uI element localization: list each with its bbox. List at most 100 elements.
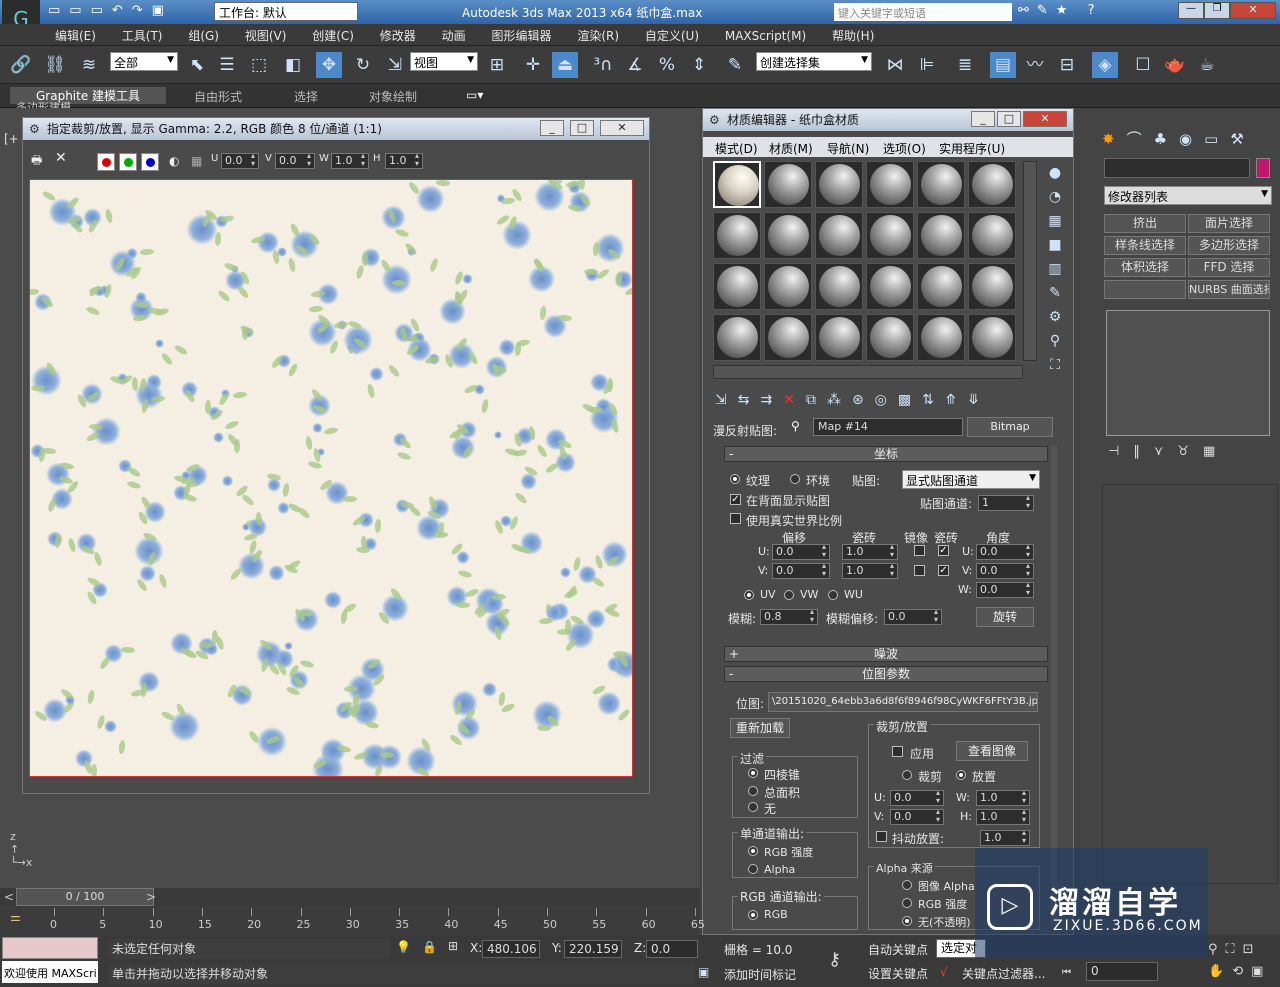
menu-customize[interactable]: 自定义(U): [634, 24, 710, 47]
menu-group[interactable]: 组(G): [177, 24, 230, 47]
rgb-radio[interactable]: [748, 910, 758, 920]
real-world-checkbox[interactable]: [730, 513, 741, 524]
lock-icon[interactable]: 🔒: [422, 940, 437, 954]
mono-icon[interactable]: ◐: [169, 154, 179, 168]
assign-to-selection-icon[interactable]: ⇉: [760, 392, 783, 408]
vol-select-button[interactable]: 体积选择: [1104, 258, 1186, 277]
material-slot[interactable]: [866, 314, 914, 361]
background-icon[interactable]: ▦: [1043, 209, 1067, 233]
graphite-toggle-icon[interactable]: ▤: [990, 52, 1016, 78]
modifier-stack[interactable]: [1106, 310, 1270, 436]
mat-close-button[interactable]: ✕: [1023, 111, 1067, 127]
material-slot[interactable]: [917, 212, 965, 259]
key-filter-icon[interactable]: √: [940, 965, 948, 979]
hierarchy-tab-icon[interactable]: ♣: [1154, 130, 1179, 148]
percent-snap-icon[interactable]: %: [654, 52, 680, 78]
workspace-dropdown[interactable]: 工作台: 默认: [214, 2, 358, 21]
orbit-icon[interactable]: ⟲: [1232, 964, 1251, 979]
window-crossing-icon[interactable]: ◧: [280, 52, 306, 78]
zoom-all-icon[interactable]: ⛶: [1226, 942, 1243, 957]
select-by-name-icon[interactable]: ☰: [214, 52, 240, 78]
backlight-icon[interactable]: ◔: [1043, 185, 1067, 209]
track-filters-icon[interactable]: ⚌: [10, 910, 21, 924]
schematic-view-icon[interactable]: ⊟: [1054, 52, 1080, 78]
options-icon[interactable]: ⚙: [1043, 305, 1067, 329]
crop-window-titlebar[interactable]: ⚙ 指定裁剪/放置, 显示 Gamma: 2.2, RGB 颜色 8 位/通道 …: [23, 118, 649, 140]
make-preview-icon[interactable]: ✎: [1043, 281, 1067, 305]
opaque-radio[interactable]: [902, 916, 912, 926]
material-slot[interactable]: [866, 212, 914, 259]
configure-sets-icon[interactable]: ▦: [1203, 444, 1229, 459]
crop-radio[interactable]: [902, 770, 912, 780]
reset-map-icon[interactable]: ✕: [783, 392, 806, 408]
time-tag-icon[interactable]: ▣: [698, 965, 709, 979]
v-mirror-checkbox[interactable]: [914, 565, 925, 576]
u-tile-checkbox[interactable]: ✓: [938, 545, 949, 556]
menu-graph-editors[interactable]: 图形编辑器: [480, 24, 562, 47]
material-slot[interactable]: [917, 263, 965, 310]
mat-maximize-button[interactable]: □: [997, 111, 1021, 127]
material-slot[interactable]: [968, 212, 1016, 259]
y-coord-field[interactable]: 220.159: [564, 940, 622, 958]
current-frame-field[interactable]: 0: [1086, 962, 1158, 981]
object-color-swatch[interactable]: [1256, 158, 1270, 178]
menu-modifiers[interactable]: 修改器: [369, 24, 427, 47]
menu-create[interactable]: 创建(C): [301, 24, 365, 47]
crop-w-field[interactable]: 1.0: [331, 152, 369, 169]
show-end-result-icon[interactable]: ⇅: [922, 392, 945, 408]
restore-button[interactable]: ❐: [1204, 2, 1230, 19]
put-to-library-icon[interactable]: ⊛: [852, 392, 875, 408]
crop-close-button[interactable]: ✕: [600, 120, 644, 136]
key-icon[interactable]: ⚷: [828, 949, 841, 970]
menu-help[interactable]: 帮助(H): [821, 24, 885, 47]
modify-tab-icon[interactable]: ⌒: [1127, 130, 1154, 148]
crop-w-spinner[interactable]: 1.0: [976, 789, 1030, 806]
select-scale-icon[interactable]: ⇲: [382, 52, 408, 78]
uv-radio[interactable]: [744, 590, 754, 600]
object-name-field[interactable]: [1104, 158, 1250, 178]
mat-menu-navigation[interactable]: 导航(N): [827, 140, 869, 157]
no-filter-radio[interactable]: [748, 802, 758, 812]
uv-tiling-icon[interactable]: ■: [1043, 233, 1067, 257]
minimize-button[interactable]: —: [1178, 2, 1204, 19]
select-by-material-icon[interactable]: ⚲: [1043, 329, 1067, 353]
select-object-icon[interactable]: ⬉: [184, 52, 210, 78]
image-alpha-radio[interactable]: [902, 880, 912, 890]
put-to-scene-icon[interactable]: ⇆: [738, 392, 761, 408]
material-map-navigator-icon[interactable]: ⛶: [1043, 353, 1067, 377]
mapping-dropdown[interactable]: 显式贴图通道: [902, 470, 1040, 489]
snap-toggle-icon[interactable]: ³∩: [590, 52, 616, 78]
lightbulb-icon[interactable]: 💡: [396, 940, 411, 954]
material-slot[interactable]: [917, 161, 965, 208]
v-offset-field[interactable]: 0.0: [772, 562, 830, 579]
coords-rollout-header[interactable]: - 坐标: [724, 446, 1048, 462]
select-manipulate-icon[interactable]: ✛: [520, 52, 546, 78]
material-slot[interactable]: [815, 263, 863, 310]
slots-scrollbar[interactable]: [1023, 161, 1037, 361]
z-coord-field[interactable]: 0.0: [646, 940, 698, 958]
crop-maximize-button[interactable]: □: [570, 120, 594, 136]
material-slot[interactable]: [866, 161, 914, 208]
motion-tab-icon[interactable]: ◉: [1179, 130, 1204, 148]
reload-button[interactable]: 重新加载: [730, 718, 790, 738]
alpha-rgb-intensity-radio[interactable]: [902, 898, 912, 908]
map-name-field[interactable]: Map #14: [813, 418, 963, 436]
material-slot[interactable]: [866, 263, 914, 310]
bind-spacewarp-icon[interactable]: ≋: [76, 52, 102, 78]
track-bar[interactable]: ⚌ 0 5 10 15 20 25 30 35 40 45 50 55 60 65: [0, 906, 705, 935]
u-offset-field[interactable]: 0.0: [772, 543, 830, 560]
menu-maxscript[interactable]: MAXScript(M): [714, 26, 817, 46]
crop-h-field[interactable]: 1.0: [385, 152, 423, 169]
render-setup-icon[interactable]: ☐: [1130, 52, 1156, 78]
green-channel-button[interactable]: [119, 153, 137, 171]
save-icon[interactable]: 🖶: [31, 151, 42, 172]
edit-named-selections-icon[interactable]: ✎: [722, 52, 748, 78]
key-filters-button[interactable]: 关键点过滤器...: [962, 965, 1045, 982]
material-slot[interactable]: [815, 314, 863, 361]
ribbon-tab-selection[interactable]: 选择: [294, 88, 318, 105]
align-icon[interactable]: ⊫: [914, 52, 940, 78]
search-input[interactable]: 键入关键字或短语: [834, 3, 1012, 21]
w-angle-field[interactable]: 0.0: [976, 581, 1034, 598]
clear-color-icon[interactable]: ▦: [191, 154, 202, 168]
noise-rollout-header[interactable]: + 噪波: [724, 646, 1048, 662]
